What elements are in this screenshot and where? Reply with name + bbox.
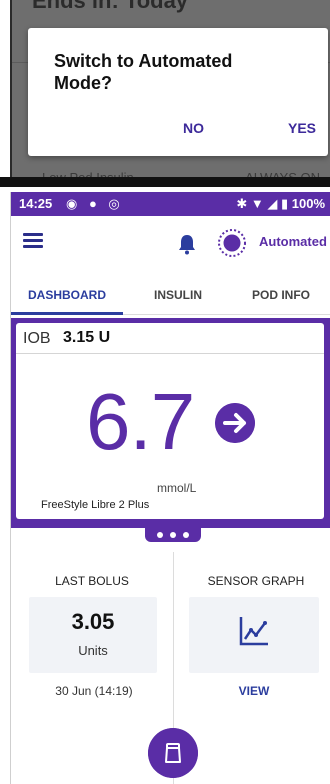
dialog-title: Switch to Automated Mode? — [54, 51, 233, 93]
background-heading: Ends in: Today — [32, 0, 189, 13]
bolus-fab-button[interactable] — [148, 728, 198, 778]
iob-label: IOB — [23, 330, 51, 347]
last-bolus-value: 3.05 — [71, 609, 115, 634]
status-time: 14:25 — [19, 196, 53, 211]
screenshot-separator — [0, 177, 330, 187]
switch-mode-dialog: Switch to Automated Mode? NO YES — [28, 28, 328, 156]
battery-level: 100% — [291, 196, 325, 211]
status-right-group: ✱ ▼ ◢ ▮ 100% — [236, 196, 325, 212]
signal-icon: ◢ — [267, 196, 278, 211]
status-notification-icons: ◉ ● ◎ — [66, 196, 124, 211]
iob-row: IOB 3.15 U — [16, 323, 324, 354]
last-bolus-units: Units — [78, 643, 108, 658]
dashboard-screen: 14:25 ◉ ● ◎ ✱ ▼ ◢ ▮ 100% Automated DASHB… — [10, 192, 330, 784]
sensor-graph-title: SENSOR GRAPH — [207, 574, 305, 588]
battery-icon: ▮ — [280, 196, 289, 211]
tab-dashboard[interactable]: DASHBOARD — [11, 278, 123, 315]
app-bar: Automated — [11, 216, 330, 272]
glucose-card: IOB 3.15 U 6.7 mmol/L FreeStyle Libre 2 … — [11, 318, 330, 528]
tab-pod-info[interactable]: POD INFO — [231, 278, 330, 312]
line-graph-icon — [239, 617, 268, 646]
page-indicator[interactable] — [145, 528, 201, 542]
last-bolus-title: LAST BOLUS — [55, 574, 129, 588]
hamburger-menu-icon[interactable] — [23, 232, 45, 250]
no-button[interactable]: NO — [183, 120, 204, 136]
page-dot — [170, 532, 176, 538]
dimmed-background-screen: Ends in: Today Low Pod Insulin ALWAYS ON… — [10, 0, 330, 179]
sensor-graph-button[interactable] — [189, 597, 319, 673]
status-bar: 14:25 ◉ ● ◎ ✱ ▼ ◢ ▮ 100% — [11, 192, 330, 216]
page-dot — [183, 532, 189, 538]
bell-icon[interactable] — [177, 233, 197, 255]
last-bolus-date: 30 Jun (14:19) — [55, 684, 133, 698]
sensor-name: FreeStyle Libre 2 Plus — [41, 499, 150, 511]
automated-mode-icon — [218, 229, 246, 257]
mode-label: Automated — [259, 234, 327, 249]
glucose-unit: mmol/L — [157, 481, 197, 495]
glucose-card-body: IOB 3.15 U 6.7 mmol/L FreeStyle Libre 2 … — [16, 323, 324, 519]
wifi-icon: ▼ — [250, 196, 264, 211]
tab-insulin[interactable]: INSULIN — [133, 278, 223, 312]
iob-value: 3.15 U — [63, 329, 111, 346]
last-bolus-box: 3.05 Units — [29, 597, 157, 673]
bluetooth-icon: ✱ — [236, 196, 248, 211]
page-dot — [157, 532, 163, 538]
view-graph-link[interactable]: VIEW — [189, 684, 319, 698]
right-arrow-icon — [215, 403, 255, 443]
yes-button[interactable]: YES — [288, 120, 316, 136]
glucose-value: 6.7 — [86, 377, 195, 466]
tab-bar: DASHBOARD INSULIN POD INFO — [11, 278, 330, 315]
